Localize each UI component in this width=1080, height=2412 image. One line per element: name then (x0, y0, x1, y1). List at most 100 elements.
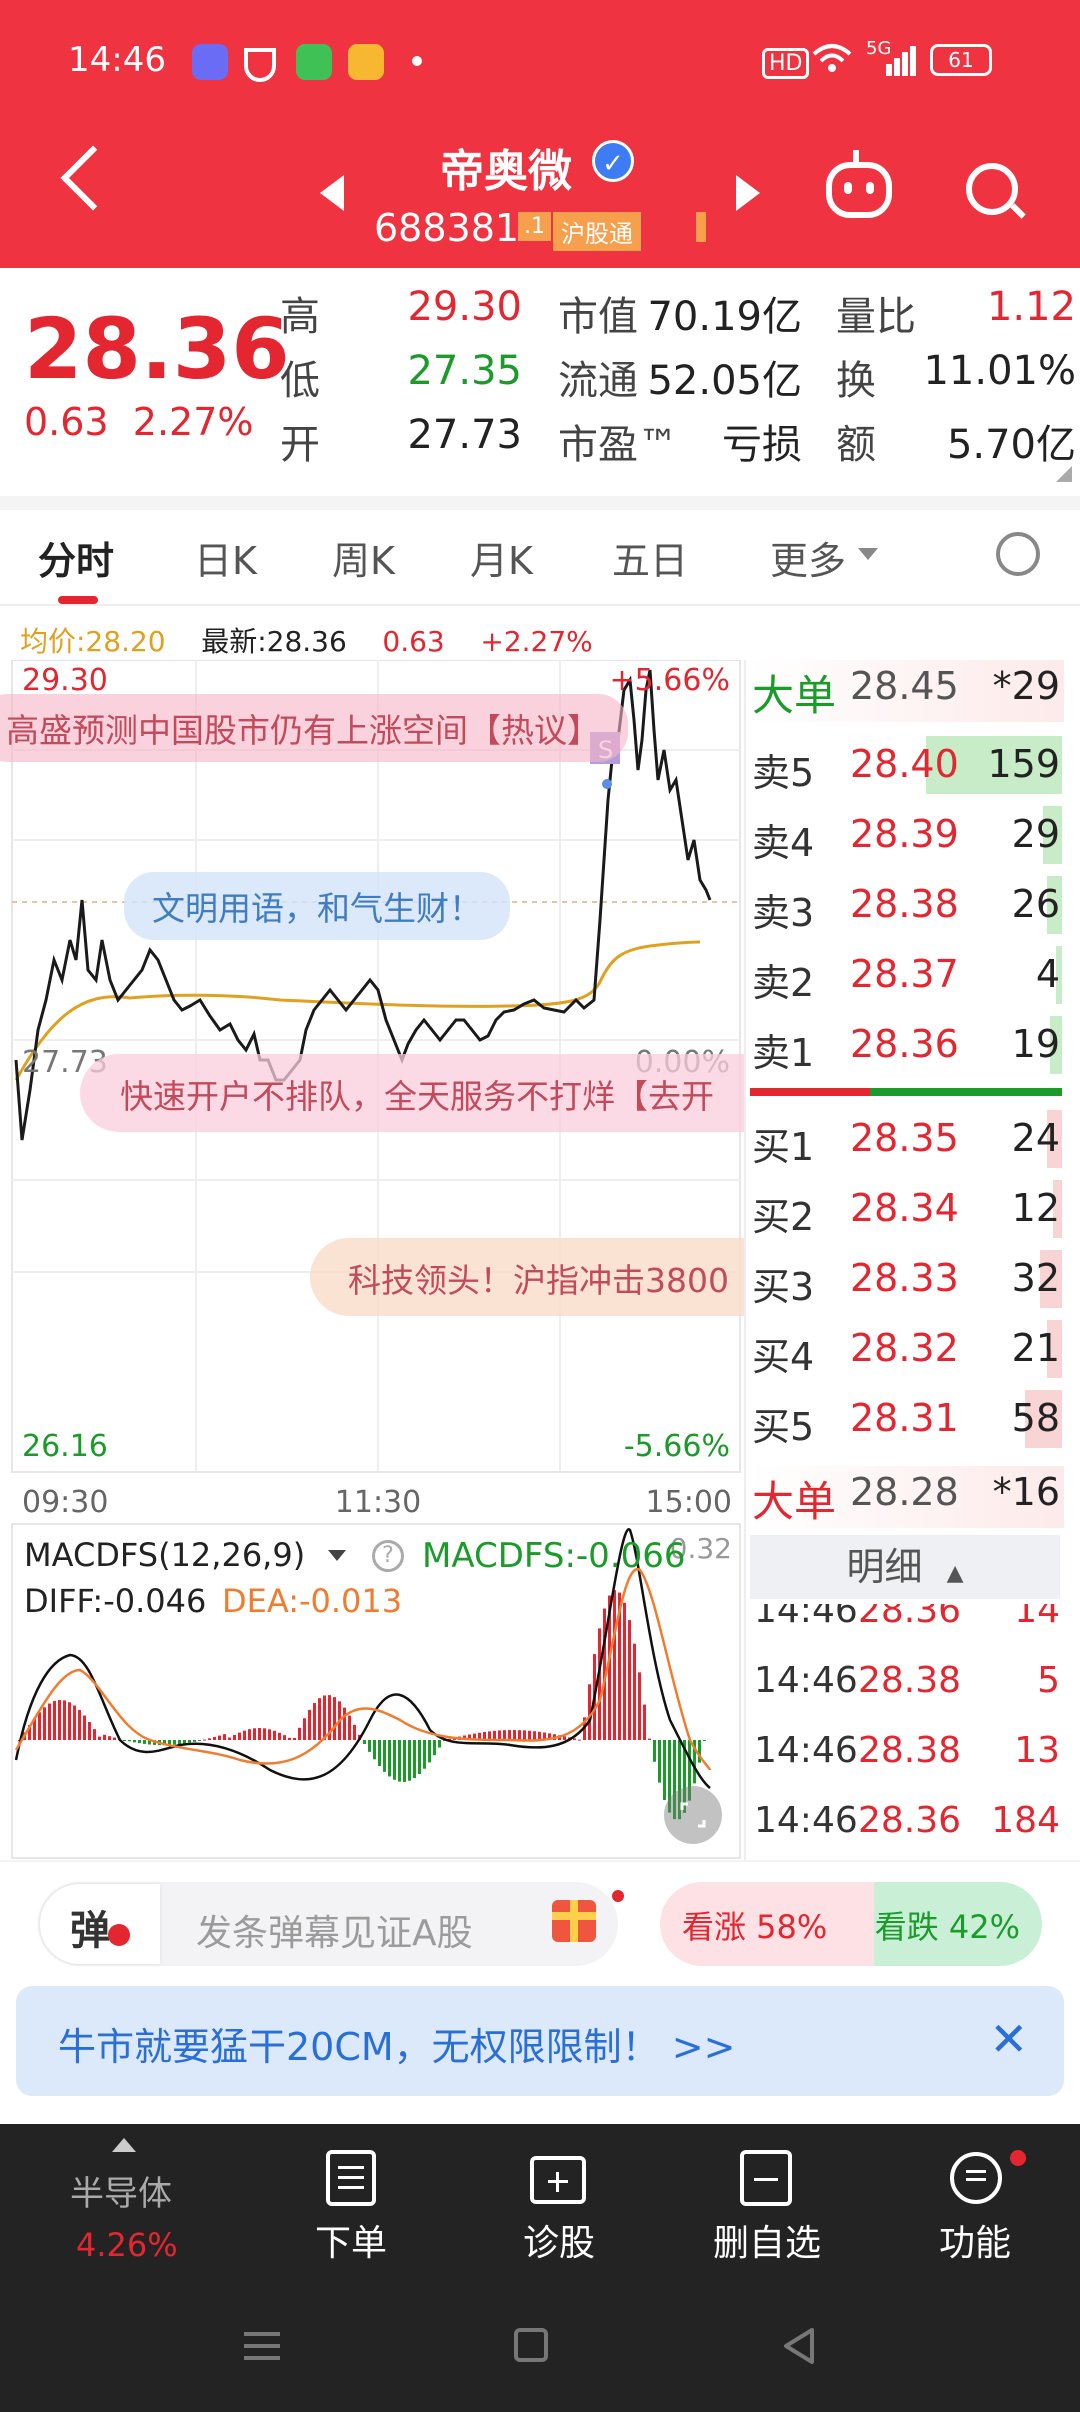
macd-histogram-bar (318, 1698, 321, 1740)
bull-vote-button[interactable]: 看涨 58% (660, 1882, 890, 1966)
avg-price: 均价:28.20 (20, 625, 166, 658)
danmaku-toggle[interactable]: 弹 (40, 1884, 160, 1964)
previous-stock-arrow-icon[interactable] (320, 175, 344, 211)
macd-histogram-bar (418, 1740, 421, 1775)
danmaku-bubble-container[interactable]: 快速开户不排队，全天服务不打烊【去开 (80, 1054, 744, 1132)
tick-details-header[interactable]: 明细 ▲ (750, 1535, 1060, 1599)
chart-settings-icon[interactable] (996, 532, 1040, 576)
order-level-price: 28.32 (850, 1326, 959, 1370)
y-low-label: 26.16 (22, 1429, 108, 1464)
macd-histogram-bar (513, 1730, 516, 1740)
macd-histogram-bar (363, 1740, 366, 1745)
macd-histogram-bar (383, 1740, 386, 1772)
quote-value: 亏损 (722, 422, 802, 468)
quote-value: 70.19亿 (647, 294, 802, 340)
macd-histogram-bar (243, 1730, 246, 1740)
close-icon[interactable]: ✕ (989, 2012, 1028, 2066)
macd-histogram-bar (368, 1740, 371, 1752)
promo-notice[interactable]: 牛市就要猛干20CM，无权限限制！ >> ✕ (16, 1986, 1064, 2096)
order-level-volume: 58 (1011, 1396, 1060, 1440)
tab-item[interactable]: 月K (470, 530, 533, 585)
more-notifications-dot-icon (412, 56, 422, 66)
tick-volume: 13 (1014, 1730, 1060, 1771)
order-level-label: 买5 (752, 1405, 815, 1449)
divider (744, 660, 746, 1860)
macd-histogram-bar (628, 1620, 631, 1740)
sentiment-vote[interactable]: 看涨 58% 看跌 42% (660, 1882, 1042, 1966)
macd-title[interactable]: MACDFS(12,26,9) (24, 1536, 305, 1574)
diagnose-briefcase-icon (530, 2156, 586, 2204)
quote-label: 低 (280, 358, 320, 404)
macd-dea: DEA:-0.013 (222, 1582, 403, 1620)
macd-histogram-bar (258, 1728, 261, 1740)
tab-item[interactable]: 周K (332, 530, 395, 585)
order-level-label: 卖3 (752, 891, 815, 935)
tab-item[interactable]: 更多 (770, 530, 846, 585)
price-change-pct: 2.27% (132, 400, 254, 444)
price-change-value: 0.63 (24, 400, 109, 444)
tab-item[interactable]: 分时 (38, 530, 114, 585)
danmaku-on-check-icon (108, 1924, 130, 1946)
order-button[interactable]: 下单 (296, 2214, 406, 2266)
macd-histogram-bar (493, 1730, 496, 1740)
next-stock-arrow-icon[interactable] (736, 175, 760, 211)
order-level-label: 卖1 (752, 1031, 815, 1075)
macd-histogram-bar (633, 1643, 636, 1740)
macd-dropdown-icon[interactable] (328, 1550, 346, 1561)
macd-histogram-bar (78, 1709, 81, 1740)
expand-up-icon[interactable] (112, 2138, 136, 2152)
bear-vote-button[interactable]: 看跌 42% (873, 1882, 1042, 1966)
back-nav-icon[interactable] (780, 2326, 820, 2370)
order-document-icon (326, 2150, 376, 2206)
x-label-noon: 11:30 (335, 1485, 421, 1520)
more-dropdown-icon (858, 548, 878, 560)
x-label-open: 09:30 (22, 1485, 108, 1520)
ai-assistant-robot-icon[interactable] (826, 162, 892, 218)
macd-histogram-bar (233, 1734, 236, 1740)
danmaku-bubble[interactable]: 文明用语，和气生财！ (124, 872, 510, 940)
macd-histogram-bar (38, 1712, 41, 1740)
tick-price: 28.38 (858, 1660, 962, 1701)
fullscreen-icon[interactable] (664, 1786, 722, 1844)
tick-time: 14:46 (754, 1800, 858, 1841)
home-icon[interactable] (514, 2328, 548, 2362)
gift-icon[interactable] (552, 1900, 596, 1942)
function-button[interactable]: 功能 (920, 2214, 1030, 2266)
quote-label: 市值 (558, 294, 638, 340)
macd-histogram-bar (403, 1740, 406, 1782)
order-level-price: 28.39 (850, 812, 959, 856)
order-level-price: 28.36 (850, 1022, 959, 1066)
remove-watchlist-button[interactable]: 删自选 (702, 2214, 832, 2266)
price-info-line: 均价:28.20 最新:28.36 0.63 +2.27% (20, 620, 593, 660)
macd-histogram-bar (208, 1738, 211, 1740)
diagnose-button[interactable]: 诊股 (504, 2214, 614, 2266)
help-icon[interactable]: ? (372, 1540, 404, 1572)
macd-histogram-bar (143, 1740, 146, 1744)
danmaku-input-placeholder[interactable]: 发条弹幕见证A股 (196, 1904, 473, 1956)
danmaku-bubble[interactable]: 高盛预测中国股市仍有上涨空间【热议】 (0, 694, 628, 762)
quote-value: 52.05亿 (647, 358, 802, 404)
danmaku-bubble-container[interactable]: 科技领头！沪指冲击3800 (310, 1238, 744, 1316)
macd-histogram-bar (238, 1732, 241, 1740)
order-level-volume: 21 (1011, 1326, 1060, 1370)
tab-item[interactable]: 日K (194, 530, 257, 585)
macd-histogram-bar (288, 1737, 291, 1740)
tick-price: 28.36 (858, 1800, 962, 1841)
macd-histogram-bar (218, 1735, 221, 1740)
bull-vote-label: 看涨 58% (682, 1908, 828, 1946)
order-level-label: 买4 (752, 1335, 815, 1379)
order-level-label: 卖5 (752, 751, 815, 795)
macd-histogram-bar (508, 1730, 511, 1740)
sector-name[interactable]: 半导体 (70, 2166, 172, 2215)
tab-item[interactable]: 五日 (612, 530, 688, 585)
order-level-label: 买1 (752, 1125, 815, 1169)
tick-time: 14:46 (754, 1730, 858, 1771)
expand-corner-icon[interactable] (1056, 466, 1072, 482)
tick-volume: 184 (991, 1800, 1060, 1841)
macd-histogram-bar (598, 1628, 601, 1740)
y-low-pct-label: -5.66% (624, 1429, 730, 1464)
macd-histogram-bar (343, 1707, 346, 1740)
macd-histogram-bar (108, 1736, 111, 1740)
big-order-price: 28.45 (850, 664, 959, 708)
recent-apps-icon[interactable] (244, 2344, 280, 2348)
